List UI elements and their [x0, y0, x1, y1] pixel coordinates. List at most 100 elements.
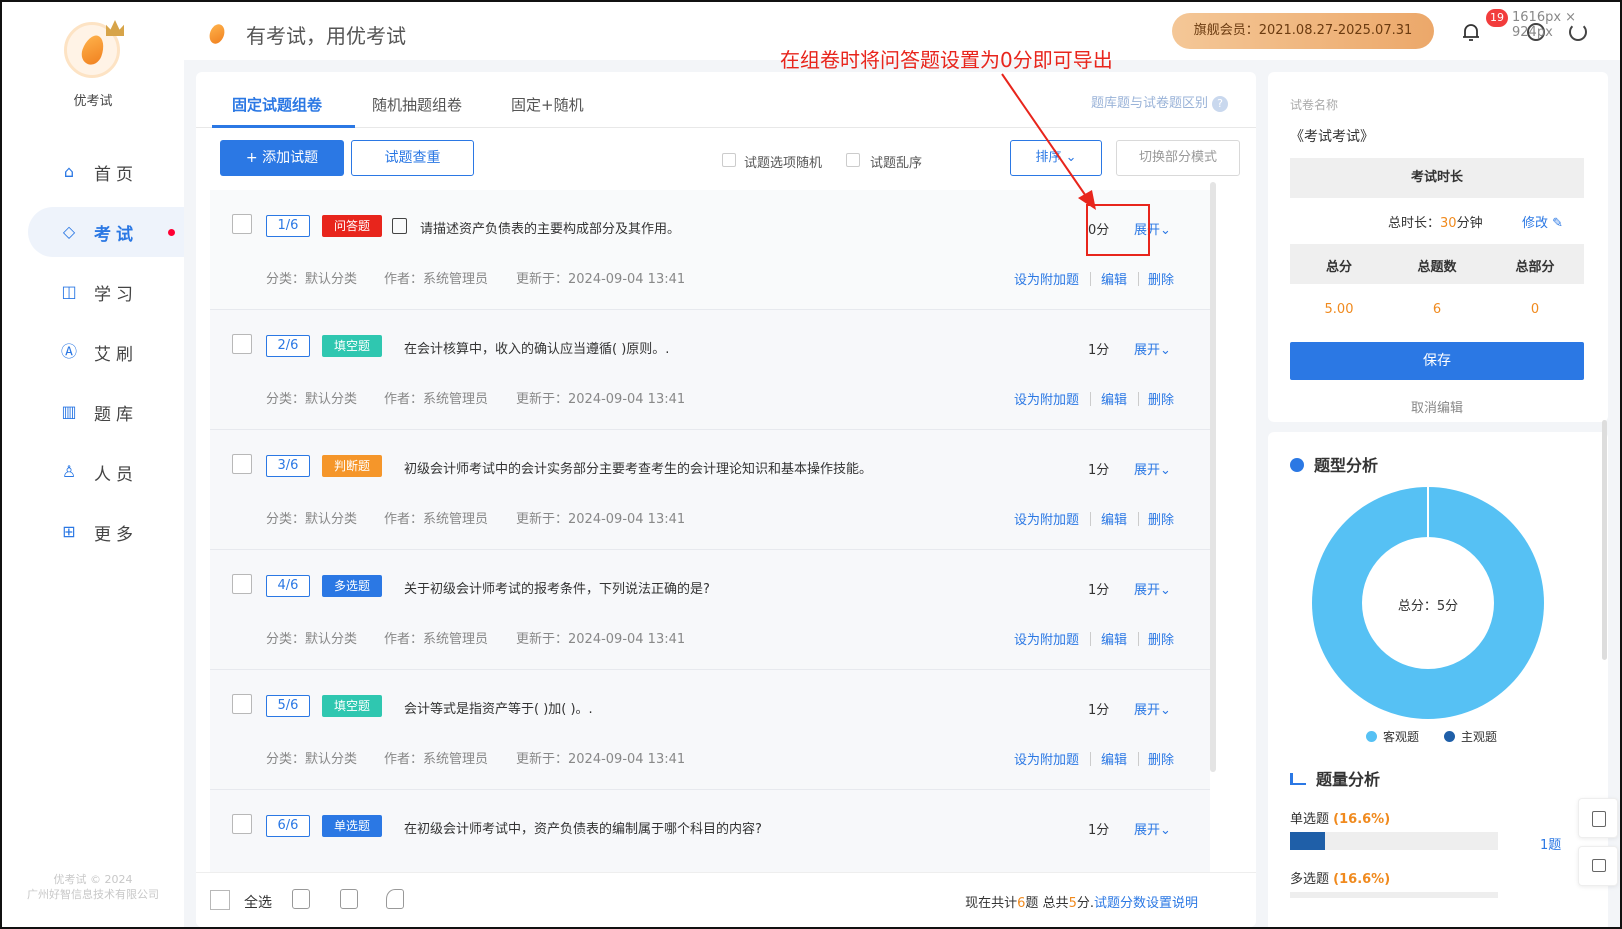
- total-summary: 现在共计6题 总共5分.试题分数设置说明: [965, 896, 1198, 911]
- expand-button[interactable]: 展开⌄: [1134, 579, 1171, 598]
- total-questions-value: 6: [1432, 302, 1442, 317]
- tab-fixed[interactable]: 固定试题组卷: [232, 94, 322, 115]
- edit-button[interactable]: 编辑: [1101, 749, 1127, 768]
- question-checkbox[interactable]: [232, 334, 252, 354]
- question-number: 4/6: [266, 575, 310, 597]
- chat-float-button[interactable]: [1578, 846, 1618, 886]
- home-icon: ⌂: [63, 162, 75, 181]
- analysis-scrollbar[interactable]: [1602, 420, 1607, 660]
- edit-button[interactable]: 编辑: [1101, 389, 1127, 408]
- nav-item-exam[interactable]: ◇ 考试: [28, 207, 184, 257]
- paper-name-label: 试卷名称: [1290, 98, 1339, 112]
- slogan-logo-icon: [207, 22, 227, 46]
- set-extra-button[interactable]: 设为附加题: [1014, 269, 1079, 288]
- add-question-button[interactable]: + 添加试题: [220, 140, 344, 176]
- essay-edit-icon: [392, 218, 407, 234]
- trash-icon[interactable]: [292, 889, 310, 909]
- question-updated: 更新于：2024-09-04 13:41: [516, 392, 686, 407]
- nav-item-more[interactable]: ⊞ 更多: [2, 507, 184, 557]
- question-category: 分类：默认分类: [266, 392, 358, 407]
- question-category: 分类：默认分类: [266, 272, 358, 287]
- tab-fixed-random[interactable]: 固定+随机: [511, 94, 584, 115]
- set-extra-button[interactable]: 设为附加题: [1014, 509, 1079, 528]
- edit-button[interactable]: 编辑: [1101, 269, 1127, 288]
- divider: [1138, 512, 1139, 526]
- question-updated: 更新于：2024-09-04 13:41: [516, 752, 686, 767]
- set-extra-button[interactable]: 设为附加题: [1014, 389, 1079, 408]
- cancel-edit-button[interactable]: 取消编辑: [1290, 397, 1584, 416]
- bell-icon[interactable]: [1462, 22, 1480, 42]
- user-icon: ♙: [61, 462, 77, 481]
- question-checkbox[interactable]: [232, 814, 252, 834]
- sort-dropdown[interactable]: 排序 ⌄: [1010, 140, 1102, 176]
- question-author: 作者：系统管理员: [384, 752, 489, 767]
- donut-center: 总分：5分: [1362, 537, 1494, 669]
- count-bar-track: [1290, 892, 1498, 898]
- app-name: 优考试: [73, 94, 113, 109]
- nav-item-home[interactable]: ⌂ 首页: [2, 147, 184, 197]
- duration-value: 总时长：30分钟: [1388, 216, 1483, 231]
- switch-section-mode-button[interactable]: 切换部分模式: [1116, 140, 1240, 176]
- bank-vs-paper-help-link[interactable]: 题库题与试卷题区别?: [1091, 92, 1228, 112]
- question-checkbox[interactable]: [232, 454, 252, 474]
- edit-duration-button[interactable]: 修改 ✎: [1522, 212, 1563, 231]
- paper-name: 《考试考试》: [1290, 129, 1374, 145]
- document-float-button[interactable]: [1578, 798, 1618, 838]
- book-icon: ◫: [61, 282, 77, 301]
- question-checkbox[interactable]: [232, 574, 252, 594]
- nav-item-aishua[interactable]: Ⓐ 艾刷: [2, 327, 184, 377]
- type-analysis-title: 题型分析: [1290, 452, 1378, 476]
- delete-button[interactable]: 删除: [1148, 389, 1174, 408]
- tab-random[interactable]: 随机抽题组卷: [372, 94, 462, 115]
- nav-item-people[interactable]: ♙ 人员: [2, 447, 184, 497]
- question-checkbox[interactable]: [232, 214, 252, 234]
- delete-button[interactable]: 删除: [1148, 269, 1174, 288]
- count-number: 1题: [1540, 838, 1562, 853]
- tag-icon[interactable]: [386, 889, 404, 909]
- set-extra-button[interactable]: 设为附加题: [1014, 749, 1079, 768]
- score-help-link[interactable]: 试题分数设置说明: [1094, 896, 1198, 911]
- expand-button[interactable]: 展开⌄: [1134, 819, 1171, 838]
- nav-item-study[interactable]: ◫ 学习: [2, 267, 184, 317]
- delete-button[interactable]: 删除: [1148, 509, 1174, 528]
- donut-separator: [1427, 487, 1429, 537]
- question-score[interactable]: 1分: [1088, 579, 1109, 598]
- divider: [1090, 632, 1091, 646]
- option-random-checkbox[interactable]: [722, 153, 736, 167]
- question-number: 3/6: [266, 455, 310, 477]
- question-type-tag: 填空题: [322, 695, 382, 717]
- delete-button[interactable]: 删除: [1148, 749, 1174, 768]
- notification-badge: 19: [1486, 9, 1508, 27]
- order-random-label: 试题乱序: [870, 156, 923, 171]
- slogan: 有考试，用优考试: [246, 24, 406, 48]
- delete-button[interactable]: 删除: [1148, 629, 1174, 648]
- count-row-label: 单选题 (16.6%): [1290, 812, 1391, 827]
- bank-icon: ▥: [61, 402, 77, 421]
- question-score[interactable]: 1分: [1088, 819, 1109, 838]
- question-author: 作者：系统管理员: [384, 632, 489, 647]
- document-icon: [1592, 811, 1606, 827]
- list-scrollbar[interactable]: [1210, 182, 1216, 772]
- expand-button[interactable]: 展开⌄: [1134, 699, 1171, 718]
- nav-item-question-bank[interactable]: ▥ 题库: [2, 387, 184, 437]
- question-score[interactable]: 1分: [1088, 699, 1109, 718]
- batch-edit-icon[interactable]: [340, 889, 358, 909]
- select-all-checkbox[interactable]: [210, 890, 230, 910]
- paper-editor-panel: 固定试题组卷 随机抽题组卷 固定+随机 题库题与试卷题区别? + 添加试题 试题…: [196, 72, 1256, 927]
- type-donut-chart: 总分：5分: [1312, 487, 1544, 719]
- save-button[interactable]: 保存: [1290, 342, 1584, 380]
- donut-total-label: 总分：5分: [1397, 599, 1459, 614]
- set-extra-button[interactable]: 设为附加题: [1014, 629, 1079, 648]
- expand-button[interactable]: 展开⌄: [1134, 339, 1171, 358]
- question-text: 关于初级会计师考试的报考条件，下列说法正确的是?: [404, 582, 710, 597]
- question-score[interactable]: 1分: [1088, 339, 1109, 358]
- question-score[interactable]: 1分: [1088, 459, 1109, 478]
- expand-button[interactable]: 展开⌄: [1134, 459, 1171, 478]
- vip-membership-badge[interactable]: 旗舰会员：2021.08.27-2025.07.31: [1172, 13, 1434, 49]
- order-random-checkbox[interactable]: [846, 153, 860, 167]
- duplicate-check-button[interactable]: 试题查重: [351, 140, 474, 176]
- edit-button[interactable]: 编辑: [1101, 629, 1127, 648]
- question-checkbox[interactable]: [232, 694, 252, 714]
- question-category: 分类：默认分类: [266, 632, 358, 647]
- edit-button[interactable]: 编辑: [1101, 509, 1127, 528]
